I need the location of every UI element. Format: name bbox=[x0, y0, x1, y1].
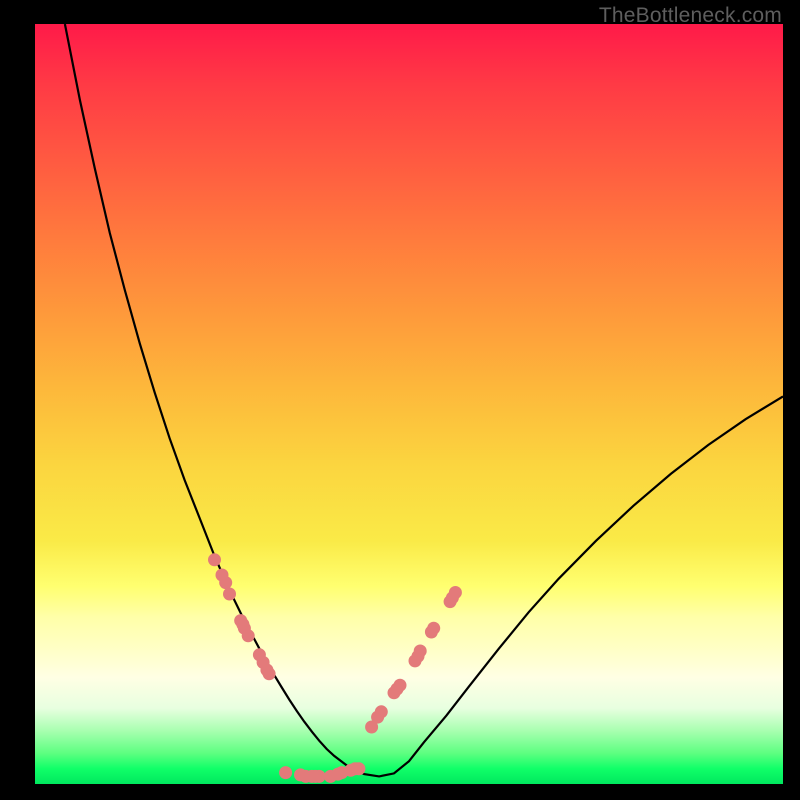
data-point bbox=[375, 705, 388, 718]
chart-svg bbox=[35, 24, 783, 784]
data-point bbox=[219, 576, 232, 589]
chart-frame: TheBottleneck.com bbox=[0, 0, 800, 800]
watermark-text: TheBottleneck.com bbox=[599, 4, 782, 28]
data-point bbox=[242, 629, 255, 642]
data-point bbox=[427, 622, 440, 635]
plot-area bbox=[35, 24, 783, 784]
data-point bbox=[313, 770, 326, 783]
data-point bbox=[223, 588, 236, 601]
data-point bbox=[414, 645, 427, 658]
data-dots-right bbox=[365, 586, 462, 734]
data-point bbox=[449, 586, 462, 599]
data-point bbox=[352, 762, 365, 775]
data-dots-left bbox=[208, 553, 276, 680]
data-point bbox=[263, 667, 276, 680]
data-point bbox=[279, 766, 292, 779]
data-dots-bottom bbox=[279, 762, 365, 783]
data-point bbox=[208, 553, 221, 566]
bottleneck-curve bbox=[65, 24, 783, 776]
data-point bbox=[394, 679, 407, 692]
